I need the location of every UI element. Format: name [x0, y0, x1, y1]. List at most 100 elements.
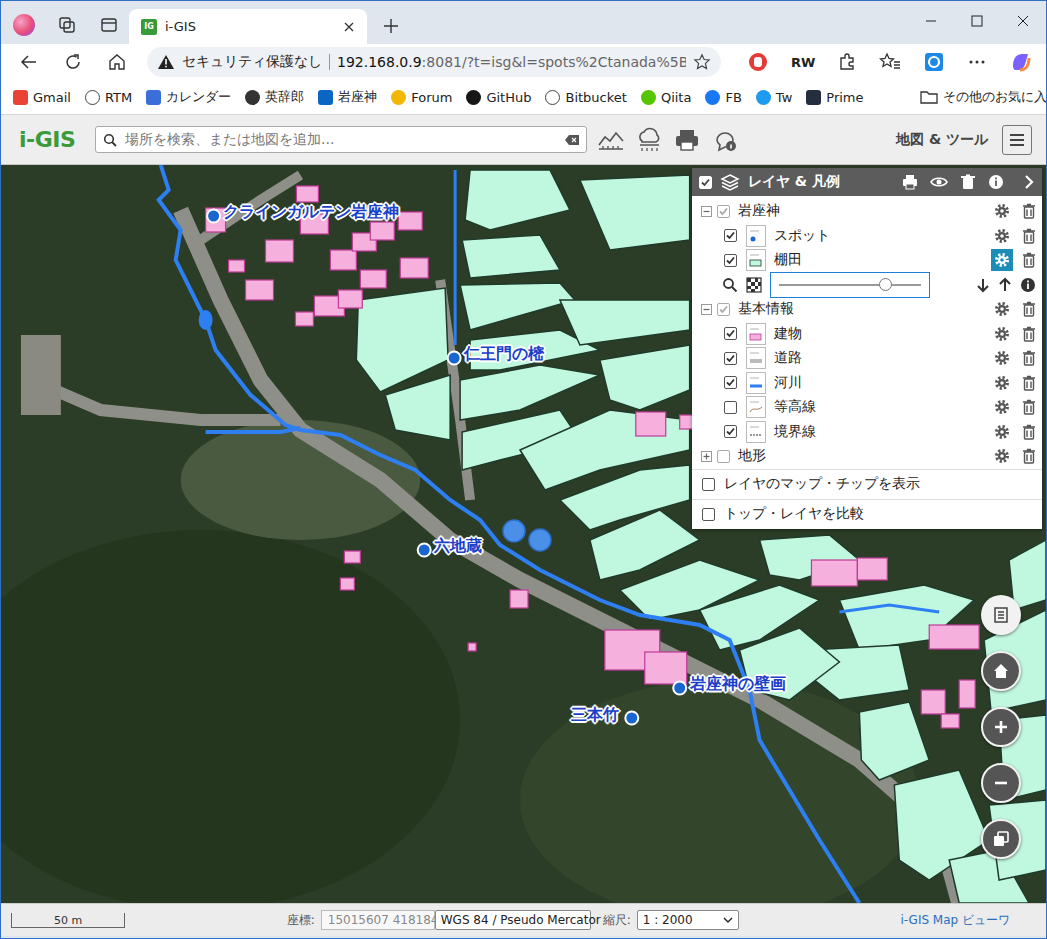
tab-actions-icon[interactable]	[99, 15, 119, 35]
settings-button[interactable]	[991, 372, 1013, 394]
trash-icon[interactable]	[1022, 252, 1036, 268]
close-window-icon[interactable]	[1000, 5, 1046, 37]
paddy-field[interactable]	[356, 288, 448, 392]
river[interactable]	[839, 605, 939, 612]
favorite-item[interactable]: GitHub	[466, 90, 531, 105]
expand-toggle[interactable]	[701, 451, 712, 462]
legend-button[interactable]	[981, 595, 1021, 635]
favorite-item[interactable]: Tw	[756, 90, 792, 105]
building[interactable]	[959, 680, 975, 708]
back-icon[interactable]	[19, 52, 39, 72]
building[interactable]	[811, 560, 857, 586]
checkbox[interactable]	[724, 229, 737, 242]
favorite-item[interactable]: カレンダー	[146, 88, 231, 106]
favorite-item[interactable]: Bitbucket	[545, 90, 626, 105]
river[interactable]	[454, 170, 457, 345]
building[interactable]	[330, 250, 356, 270]
building[interactable]	[246, 280, 274, 300]
favorite-item[interactable]: Forum	[391, 90, 452, 105]
building[interactable]	[340, 578, 354, 590]
panel-option[interactable]: トップ・レイヤを比較	[692, 499, 1042, 529]
elevation-profile-icon[interactable]	[597, 127, 625, 153]
edge-icon[interactable]	[923, 51, 945, 73]
checkbox[interactable]	[699, 176, 712, 189]
coordinate-field[interactable]: 15015607 4181840	[321, 910, 435, 930]
checkbox[interactable]	[717, 450, 730, 463]
checkbox[interactable]	[702, 508, 715, 521]
favorite-item[interactable]: Prime	[806, 90, 863, 105]
maximize-icon[interactable]	[954, 5, 1000, 37]
favorite-item[interactable]: 岩座神	[318, 88, 377, 106]
trash-icon[interactable]	[1022, 448, 1036, 464]
building[interactable]	[296, 186, 318, 202]
layer-row[interactable]: スポット	[692, 224, 1042, 249]
pond[interactable]	[503, 520, 525, 542]
building[interactable]	[265, 240, 293, 262]
trash-icon[interactable]	[1022, 424, 1036, 440]
paddy-field[interactable]	[580, 175, 690, 250]
building[interactable]	[360, 270, 386, 288]
favorite-item[interactable]: FB	[705, 90, 741, 105]
building[interactable]	[338, 290, 362, 308]
settings-button[interactable]	[991, 200, 1013, 222]
building[interactable]	[468, 643, 476, 651]
building[interactable]	[929, 625, 979, 649]
paddy-field[interactable]	[560, 300, 690, 345]
spot-marker[interactable]	[673, 682, 686, 695]
cloud-layer-icon[interactable]	[635, 127, 663, 153]
basemap-button[interactable]	[981, 819, 1021, 859]
trash-icon[interactable]	[1022, 399, 1036, 415]
trash-icon[interactable]	[1022, 301, 1036, 317]
move-down-icon[interactable]	[976, 277, 990, 293]
favorite-item[interactable]: 英辞郎	[245, 88, 304, 106]
checkbox[interactable]	[724, 352, 737, 365]
spot-marker[interactable]	[207, 210, 220, 223]
minimize-icon[interactable]	[908, 5, 954, 37]
building[interactable]	[857, 558, 887, 580]
building[interactable]	[398, 212, 422, 230]
spot-label[interactable]: 岩座神の壁画	[690, 674, 786, 695]
settings-button[interactable]	[991, 225, 1013, 247]
building[interactable]	[921, 690, 945, 714]
expand-toggle[interactable]	[701, 304, 712, 315]
layer-group[interactable]: 地形	[692, 444, 1042, 469]
projection-select[interactable]: WGS 84 / Pseudo Mercator	[435, 910, 591, 930]
building[interactable]	[344, 551, 360, 563]
viewer-link[interactable]: i-GIS Map ビューワ	[901, 912, 1011, 929]
info-bubble-icon[interactable]	[711, 127, 739, 153]
print-icon[interactable]	[673, 127, 701, 153]
other-favorites[interactable]: その他のお気に入り	[920, 88, 1047, 106]
close-tab-icon[interactable]	[343, 21, 355, 33]
settings-button[interactable]	[991, 323, 1013, 345]
clear-icon[interactable]	[565, 135, 579, 145]
new-tab-icon[interactable]	[383, 18, 399, 34]
extension-badge[interactable]: RW	[791, 55, 815, 70]
settings-button[interactable]	[991, 445, 1013, 467]
address-bar[interactable]: セキュリティ保護なし192.168.0.9:8081/?t=isg&l=spot…	[147, 47, 721, 77]
eye-icon[interactable]	[930, 174, 948, 190]
zoom-to-layer-icon[interactable]	[722, 277, 738, 293]
spot-label[interactable]: 仁王門の樒	[464, 344, 544, 365]
layer-group[interactable]: 基本情報	[692, 297, 1042, 322]
settings-button[interactable]	[991, 298, 1013, 320]
building[interactable]	[370, 222, 394, 240]
slider-knob[interactable]	[879, 278, 892, 291]
settings-button[interactable]	[991, 421, 1013, 443]
zoom-in-button[interactable]	[981, 707, 1021, 747]
home-icon[interactable]	[107, 52, 127, 72]
info-icon[interactable]	[988, 174, 1004, 190]
panel-option[interactable]: レイヤのマップ・チップを表示	[692, 469, 1042, 499]
menu-button[interactable]	[1002, 125, 1032, 155]
more-icon[interactable]	[967, 52, 987, 72]
trash-icon[interactable]	[960, 174, 976, 190]
settings-button[interactable]	[991, 396, 1013, 418]
zoom-out-button[interactable]	[981, 763, 1021, 803]
collapse-panel-icon[interactable]	[1022, 174, 1036, 190]
extensions-icon[interactable]	[837, 52, 857, 72]
building[interactable]	[295, 312, 313, 326]
spot-label[interactable]: 三本竹	[571, 705, 619, 726]
layer-group[interactable]: 岩座神	[692, 199, 1042, 224]
building[interactable]	[645, 652, 687, 684]
building[interactable]	[229, 260, 245, 272]
building[interactable]	[510, 590, 528, 608]
